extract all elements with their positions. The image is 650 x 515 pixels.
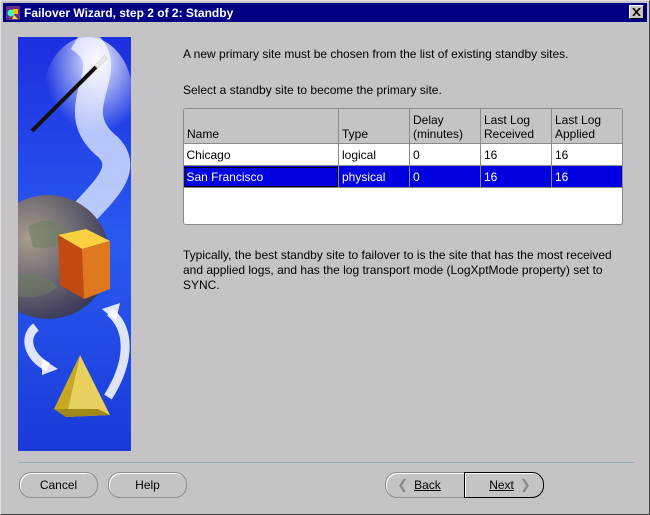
close-button[interactable] [629, 5, 644, 19]
cancel-label: Cancel [39, 478, 78, 492]
back-button[interactable]: ❮ Back [385, 472, 465, 498]
table-header-row: Name Type Delay (minutes) Last Log Receive… [184, 109, 622, 144]
cell-last-log-received: 16 [480, 165, 552, 188]
cell-type: logical [338, 143, 410, 166]
next-button[interactable]: Next ❯ [464, 472, 544, 498]
hint-text: Typically, the best standby site to fail… [183, 248, 612, 292]
column-header-name[interactable]: Name [184, 109, 339, 144]
chevron-left-icon: ❮ [397, 477, 409, 492]
column-header-delay[interactable]: Delay (minutes) [409, 109, 481, 144]
close-icon [632, 8, 641, 16]
cell-delay: 0 [409, 143, 481, 166]
help-label: Help [135, 478, 160, 492]
cell-last-log-applied: 16 [551, 165, 622, 188]
column-header-last-log-received[interactable]: Last Log Received [480, 109, 552, 144]
cell-name: San Francisco [184, 165, 339, 188]
next-label: Next [489, 478, 514, 492]
cell-delay: 0 [409, 165, 481, 188]
failover-wizard-window: Failover Wizard, step 2 of 2: Standby A … [0, 0, 650, 515]
table-row-selected[interactable]: San Francisco physical 0 16 16 [184, 165, 622, 188]
cell-type: physical [338, 165, 410, 188]
back-label: Back [414, 478, 441, 492]
standby-sites-table[interactable]: Name Type Delay (minutes) Last Log Receive… [183, 108, 623, 225]
cell-last-log-received: 16 [480, 143, 552, 166]
help-button[interactable]: Help [108, 472, 187, 498]
column-header-type[interactable]: Type [338, 109, 410, 144]
column-header-last-log-applied[interactable]: Last Log Applied [551, 109, 622, 144]
wizard-illustration [18, 37, 131, 451]
oracle-wizard-icon [6, 5, 20, 20]
cancel-button[interactable]: Cancel [19, 472, 98, 498]
select-prompt: Select a standby site to become the prim… [183, 83, 442, 97]
cell-last-log-applied: 16 [551, 143, 622, 166]
title-bar[interactable]: Failover Wizard, step 2 of 2: Standby [3, 3, 647, 22]
window-title: Failover Wizard, step 2 of 2: Standby [24, 5, 234, 20]
chevron-right-icon: ❯ [519, 477, 531, 492]
button-bar-separator [18, 462, 634, 463]
table-row[interactable]: Chicago logical 0 16 16 [184, 143, 622, 166]
intro-text: A new primary site must be chosen from t… [183, 47, 569, 61]
cell-name: Chicago [184, 143, 339, 166]
